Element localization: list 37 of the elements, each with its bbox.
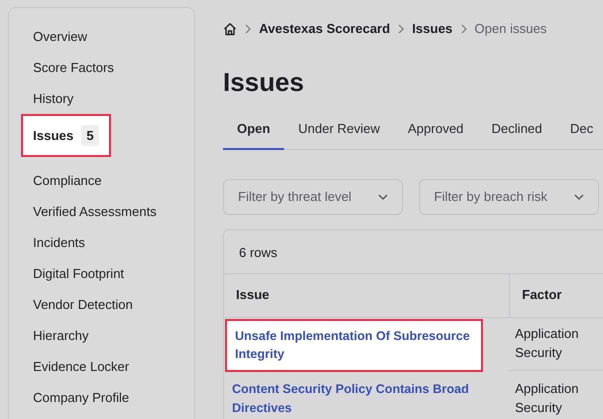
count-badge: 5 [81,124,99,146]
chevron-icon [398,24,404,34]
sidebar-item[interactable]: Issues 5 [21,114,111,157]
tab[interactable]: Open [223,113,284,150]
sidebar-item[interactable]: Evidence Locker [21,351,142,382]
tab[interactable]: Approved [394,113,478,150]
chevron-icon [460,24,467,34]
home-icon[interactable] [223,22,237,36]
sidebar-item-label: Issues [33,126,74,145]
sidebar-item[interactable]: History [21,83,86,114]
issue-link[interactable]: Content Security Policy Contains Broad Directives [232,380,501,417]
row-count: 6 rows [224,230,603,274]
column-header: Factor [509,274,603,318]
sidebar-item[interactable]: Company Profile [21,382,142,413]
column-header: Issue [224,274,509,318]
breadcrumb-link[interactable]: Issues [412,19,453,39]
sidebar-item[interactable]: Digital Footprint [21,258,136,289]
breadcrumb-link[interactable]: Avestexas Scorecard [259,19,390,39]
tab[interactable]: Dec [556,113,603,150]
issue-link[interactable]: Unsafe Implementation Of Subresource Integrity [235,326,479,364]
page-title: Issues [223,69,305,95]
chevron-down-icon [378,194,388,200]
sidebar-item[interactable]: Score Factors [21,52,126,83]
filter-dropdown[interactable]: Filter by breach risk [419,178,599,214]
sidebar-item[interactable]: Hierarchy [21,320,101,351]
tab[interactable]: Declined [478,113,556,150]
sidebar-item[interactable]: Verified Assessments [21,196,169,227]
sidebar-item[interactable]: Vendor Detection [21,289,145,320]
filter-dropdown[interactable]: Filter by threat level [223,178,403,214]
tab[interactable]: Under Review [284,113,394,150]
chevron-icon [245,24,251,34]
table-cell: Application Security [509,372,603,419]
table-cell: Application Security [509,318,603,370]
sidebar-item[interactable]: Incidents [21,227,98,258]
sidebar-item[interactable]: Compliance [21,165,114,196]
chevron-down-icon [574,194,584,200]
sidebar-item[interactable]: Overview [21,21,100,52]
